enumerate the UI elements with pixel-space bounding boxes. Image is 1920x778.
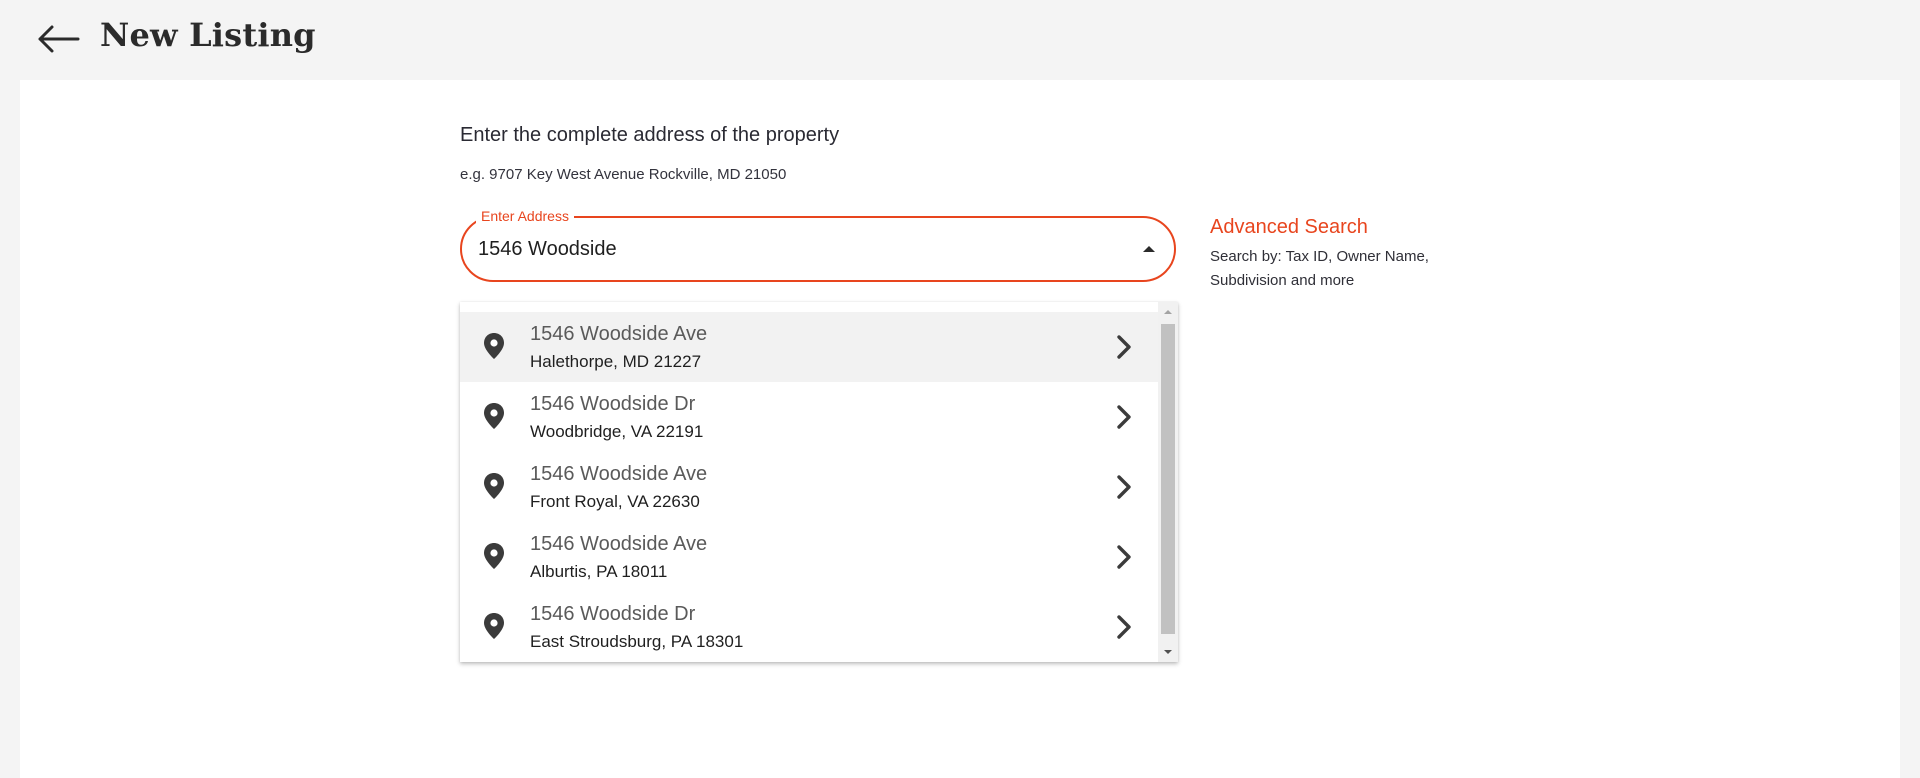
- suggestion-street: 1546 Woodside Dr: [530, 393, 696, 415]
- address-input-value[interactable]: 1546 Woodside: [478, 238, 617, 261]
- location-pin-icon: [482, 612, 506, 640]
- advanced-search-panel: Advanced Search Search by: Tax ID, Owner…: [1210, 216, 1470, 293]
- chevron-right-icon: [1112, 402, 1136, 432]
- location-pin-icon: [482, 332, 506, 360]
- page-title: New Listing: [100, 16, 316, 54]
- chevron-right-icon: [1112, 612, 1136, 642]
- location-pin-icon: [482, 402, 506, 430]
- advanced-search-description: Search by: Tax ID, Owner Name, Subdivisi…: [1210, 248, 1429, 289]
- address-suggestions-dropdown: 1546 Woodside Ave Halethorpe, MD 21227 154…: [460, 302, 1178, 662]
- chevron-right-icon: [1112, 472, 1136, 502]
- scroll-up-button[interactable]: [1158, 302, 1178, 322]
- arrow-left-icon: [38, 25, 80, 53]
- back-button[interactable]: [36, 22, 80, 56]
- chevron-right-icon: [1112, 542, 1136, 572]
- suggestion-item[interactable]: 1546 Woodside Ave Alburtis, PA 18011: [460, 522, 1158, 592]
- listing-card: Enter the complete address of the proper…: [20, 80, 1900, 778]
- page-header: New Listing: [0, 0, 1920, 80]
- suggestion-locality: East Stroudsburg, PA 18301: [530, 632, 744, 651]
- suggestion-street: 1546 Woodside Ave: [530, 533, 708, 555]
- scroll-down-arrow-icon: [1164, 650, 1172, 654]
- address-input-label: Enter Address: [476, 207, 574, 225]
- scroll-up-arrow-icon: [1164, 310, 1172, 314]
- suggestion-street: 1546 Woodside Ave: [530, 463, 708, 485]
- advanced-search-link[interactable]: Advanced Search: [1210, 216, 1470, 239]
- suggestion-item[interactable]: 1546 Woodside Dr Woodbridge, VA 22191: [460, 382, 1158, 452]
- suggestions-list: 1546 Woodside Ave Halethorpe, MD 21227 154…: [460, 312, 1158, 662]
- suggestion-locality: Halethorpe, MD 21227: [530, 352, 702, 371]
- dropdown-toggle-button[interactable]: [1136, 236, 1162, 262]
- suggestion-item[interactable]: 1546 Woodside Dr East Stroudsburg, PA 183…: [460, 592, 1158, 662]
- address-prompt: Enter the complete address of the proper…: [460, 124, 840, 146]
- location-pin-icon: [482, 472, 506, 500]
- address-example: e.g. 9707 Key West Avenue Rockville, MD …: [460, 166, 787, 183]
- location-pin-icon: [482, 542, 506, 570]
- scroll-down-button[interactable]: [1158, 642, 1178, 662]
- address-input[interactable]: Enter Address 1546 Woodside: [460, 207, 1176, 282]
- suggestion-locality: Front Royal, VA 22630: [530, 492, 700, 511]
- suggestion-street: 1546 Woodside Dr: [530, 603, 696, 625]
- suggestion-item[interactable]: 1546 Woodside Ave Front Royal, VA 22630: [460, 452, 1158, 522]
- suggestion-locality: Alburtis, PA 18011: [530, 562, 668, 581]
- dropdown-scrollbar[interactable]: [1158, 302, 1178, 662]
- scroll-thumb[interactable]: [1161, 324, 1175, 634]
- chevron-right-icon: [1112, 332, 1136, 362]
- suggestion-street: 1546 Woodside Ave: [530, 323, 708, 345]
- caret-up-icon: [1143, 246, 1155, 252]
- suggestion-locality: Woodbridge, VA 22191: [530, 422, 704, 441]
- suggestion-item[interactable]: 1546 Woodside Ave Halethorpe, MD 21227: [460, 312, 1158, 382]
